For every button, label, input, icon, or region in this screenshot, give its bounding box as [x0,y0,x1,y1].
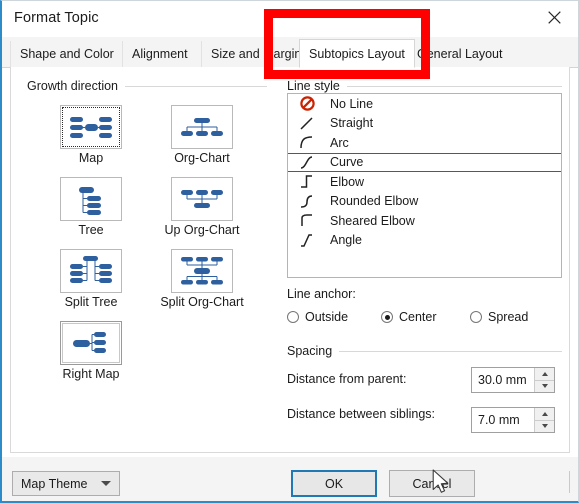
chevron-up-icon [541,411,548,416]
line-style-option-straight[interactable]: Straight [288,114,561,134]
radio-indicator [287,311,299,323]
line-anchor-label: Line anchor: [287,287,356,301]
line-style-label: Arc [330,135,349,150]
tab-strip: Shape and Color Alignment Size and Margi… [2,37,578,68]
chevron-down-icon [541,424,548,429]
no-line-icon [294,96,320,111]
stepper-up-button[interactable] [535,408,554,421]
line-style-label: Rounded Elbow [330,194,419,209]
growth-tile-org-chart[interactable] [171,105,233,149]
close-icon[interactable] [532,1,576,33]
line-style-option-angle[interactable]: Angle [288,231,561,251]
window-title: Format Topic [14,10,99,26]
spacing-group-label: Spacing [287,344,562,358]
angle-line-icon [294,233,320,248]
growth-direction-group-label: Growth direction [27,79,267,93]
title-bar: Format Topic [2,1,578,37]
line-style-option-arc[interactable]: Arc [288,133,561,153]
group-divider [339,350,562,352]
group-divider [125,85,267,87]
growth-tile-split-org-chart-label: Split Org-Chart [160,295,244,309]
line-style-label: Elbow [330,174,365,189]
group-divider [346,85,562,87]
stepper-buttons [534,368,554,392]
line-style-label: Straight [330,116,374,131]
distance-from-parent-label: Distance from parent: [287,372,407,386]
growth-tile-up-org-chart-label: Up Org-Chart [164,223,240,237]
distance-between-siblings-value: 7.0 mm [478,413,520,427]
chevron-down-icon [541,384,548,389]
radio-label: Outside [305,310,349,324]
curve-line-icon [294,155,320,170]
ok-button[interactable]: OK [291,470,377,497]
radio-label: Spread [488,310,529,324]
radio-label: Center [399,310,437,324]
distance-between-siblings-stepper[interactable]: 7.0 mm [471,407,555,433]
growth-tile-right-map[interactable] [60,321,122,365]
chevron-down-icon [101,481,111,486]
sheared-elbow-line-icon [294,213,320,228]
growth-tile-up-org-chart[interactable] [171,177,233,221]
growth-tile-tree[interactable] [60,177,122,221]
line-style-listbox[interactable]: No Line Straight Arc Curve Elbow Rounded… [287,93,562,278]
rounded-elbow-line-icon [294,194,320,209]
footer-divider [569,471,570,493]
line-style-option-curve[interactable]: Curve [288,152,561,172]
cancel-button[interactable]: Cancel [389,470,475,497]
line-style-group-label: Line style [287,79,562,93]
line-style-option-elbow[interactable]: Elbow [288,172,561,192]
tab-general-layout[interactable]: General Layout [407,41,512,67]
radio-line-anchor-spread[interactable]: Spread [470,310,528,324]
line-style-label: No Line [330,96,374,111]
growth-tile-map-label: Map [78,151,104,165]
distance-from-parent-stepper[interactable]: 30.0 mm [471,367,555,393]
distance-between-siblings-label: Distance between siblings: [287,407,435,421]
tab-alignment[interactable]: Alignment [122,41,197,67]
elbow-line-icon [294,174,320,189]
tab-shape-and-color[interactable]: Shape and Color [10,41,123,67]
distance-from-parent-value: 30.0 mm [478,373,527,387]
dialog-footer: Map Theme OK Cancel [2,457,578,501]
map-theme-label: Map Theme [21,476,88,491]
growth-tile-split-org-chart[interactable] [171,249,233,293]
stepper-down-button[interactable] [535,380,554,392]
radio-line-anchor-center[interactable]: Center [381,310,437,324]
stepper-down-button[interactable] [535,420,554,432]
growth-tile-right-map-label: Right Map [62,367,120,381]
tab-content-subtopics-layout: Growth direction Map Org-Chart Tree Up O… [10,67,570,453]
growth-tile-org-chart-label: Org-Chart [174,151,230,165]
radio-indicator [470,311,482,323]
format-topic-dialog: Format Topic Shape and Color Alignment S… [0,0,579,503]
straight-line-icon [294,116,320,131]
line-style-option-sheared-elbow[interactable]: Sheared Elbow [288,211,561,231]
map-theme-dropdown[interactable]: Map Theme [12,471,120,496]
growth-tile-split-tree-label: Split Tree [64,295,118,309]
radio-line-anchor-outside[interactable]: Outside [287,310,348,324]
growth-tile-split-tree[interactable] [60,249,122,293]
stepper-up-button[interactable] [535,368,554,381]
line-style-label: Angle [330,233,362,248]
arc-line-icon [294,135,320,150]
growth-tile-tree-label: Tree [78,223,104,237]
radio-indicator [381,311,393,323]
chevron-up-icon [541,371,548,376]
stepper-buttons [534,408,554,432]
growth-tile-map[interactable] [60,105,122,149]
tab-subtopics-layout[interactable]: Subtopics Layout [299,39,415,68]
line-style-label: Sheared Elbow [330,213,415,228]
line-style-option-no-line[interactable]: No Line [288,94,561,114]
line-style-label: Curve [330,155,364,170]
line-style-option-rounded-elbow[interactable]: Rounded Elbow [288,192,561,212]
